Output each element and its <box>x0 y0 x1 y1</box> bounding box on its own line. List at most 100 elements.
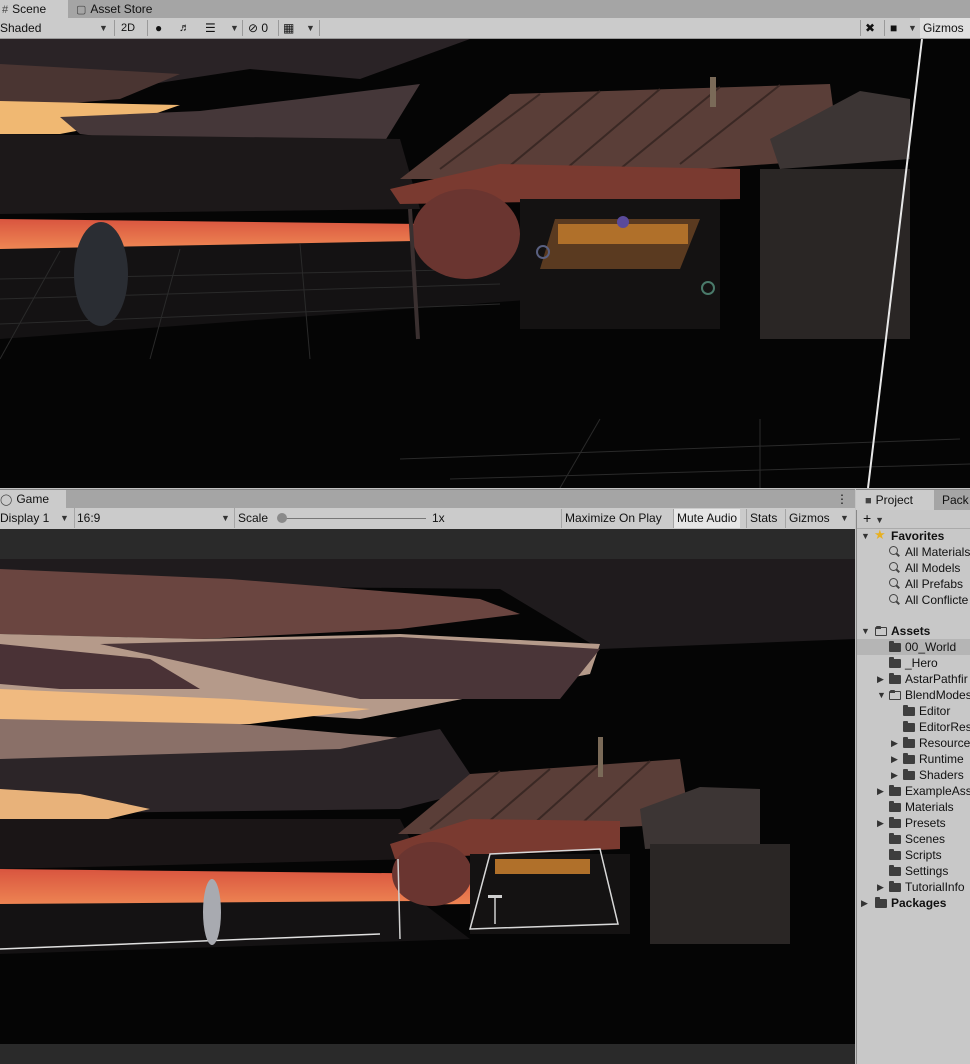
expand-down-icon: ▼ <box>861 531 870 541</box>
packages-header[interactable]: ▶ Packages <box>857 895 970 911</box>
search-icon <box>889 594 898 603</box>
game-render <box>0 559 855 1044</box>
asset-folder-item[interactable]: ▼ BlendModes <box>857 687 970 703</box>
favorite-item[interactable]: All Prefabs <box>857 576 970 592</box>
tab-scene-label: Scene <box>12 2 47 16</box>
effects-toggle-icon[interactable]: ☰ <box>205 18 216 38</box>
game-panel-menu-icon[interactable]: ⋮ <box>836 490 848 508</box>
chevron-down-icon: ▼ <box>875 515 884 525</box>
expand-down-icon: ▼ <box>861 626 870 636</box>
aspect-dropdown[interactable]: 16:9 ▼ <box>74 508 235 528</box>
favorites-header[interactable]: ▼ ★ Favorites <box>857 528 970 544</box>
tab-asset-store-label: Asset Store <box>90 2 153 16</box>
aspect-label: 16:9 <box>77 511 101 525</box>
scene-gizmos-button[interactable]: Gizmos <box>920 18 970 38</box>
audio-toggle-icon[interactable]: ♬ <box>179 18 190 38</box>
asset-folder-item[interactable]: Scripts <box>857 847 970 863</box>
maximize-on-play-button[interactable]: Maximize On Play <box>561 509 665 528</box>
mute-audio-button[interactable]: Mute Audio <box>673 509 741 528</box>
favorite-item-label: All Prefabs <box>905 577 964 591</box>
favorites-label: Favorites <box>891 529 945 543</box>
asset-folder-item[interactable]: ▶ ExampleAss <box>857 783 970 799</box>
grid-chevron-down-icon[interactable]: ▼ <box>306 18 315 38</box>
expand-right-icon[interactable]: ▶ <box>877 671 884 687</box>
asset-folder-item[interactable]: ▶ Runtime <box>857 751 970 767</box>
asset-folder-item[interactable]: ▶ TutorialInfo <box>857 879 970 895</box>
expand-right-icon: ▶ <box>861 898 868 908</box>
tab-asset-store[interactable]: ▢ Asset Store <box>76 0 166 18</box>
folder-icon <box>889 849 901 860</box>
favorite-item[interactable]: All Models <box>857 560 970 576</box>
tools-icon[interactable]: ✖ <box>865 18 875 38</box>
camera-icon[interactable]: ■ <box>890 18 897 38</box>
asset-folder-label: 00_World <box>905 640 957 654</box>
favorite-item-label: All Models <box>905 561 961 575</box>
lighting-toggle-icon[interactable]: ● <box>155 18 162 38</box>
search-icon <box>889 546 898 555</box>
favorite-item-label: All Materials <box>905 545 970 559</box>
gizmos-chevron-down-icon[interactable]: ▼ <box>840 508 849 528</box>
asset-folder-item[interactable]: ▶ Presets <box>857 815 970 831</box>
favorite-item[interactable]: All Conflicte <box>857 592 970 608</box>
assets-header[interactable]: ▼ Assets <box>857 623 970 639</box>
asset-folder-item[interactable]: _Hero <box>857 655 970 671</box>
display-dropdown[interactable]: Display 1 ▼ <box>0 508 70 528</box>
effects-chevron-down-icon[interactable]: ▼ <box>230 18 239 38</box>
hidden-objects-toggle[interactable]: ⊘ 0 <box>248 18 268 38</box>
scale-slider-thumb[interactable] <box>277 513 287 523</box>
chevron-down-icon: ▼ <box>99 23 108 33</box>
folder-icon <box>889 833 901 844</box>
asset-folder-item[interactable]: Editor <box>857 703 970 719</box>
game-gizmos-button[interactable]: Gizmos <box>785 509 833 528</box>
asset-folder-item[interactable]: ▶ AstarPathfir <box>857 671 970 687</box>
tab-game[interactable]: ◯ Game <box>0 490 66 509</box>
divider <box>114 20 115 36</box>
asset-folder-item[interactable]: Scenes <box>857 831 970 847</box>
scene-render <box>0 39 970 488</box>
asset-folder-label: EditorRes <box>919 720 970 734</box>
asset-folder-item[interactable]: Settings <box>857 863 970 879</box>
expand-right-icon[interactable]: ▶ <box>877 783 884 799</box>
expand-right-icon[interactable]: ▶ <box>891 767 898 783</box>
2d-toggle-button[interactable]: 2D <box>121 18 143 38</box>
asset-folder-item[interactable]: 00_World <box>857 639 970 655</box>
expand-right-icon[interactable]: ▶ <box>891 751 898 767</box>
expand-down-icon[interactable]: ▼ <box>877 687 886 703</box>
asset-folder-item[interactable]: ▶ Resource <box>857 735 970 751</box>
create-button[interactable]: + ▼ <box>863 510 884 526</box>
folder-icon: ■ <box>865 495 872 507</box>
tab-project-label: Project <box>875 493 914 507</box>
game-viewport[interactable] <box>0 559 855 1044</box>
grid-icon: # <box>2 4 9 16</box>
divider <box>319 20 320 36</box>
divider <box>242 20 243 36</box>
expand-right-icon[interactable]: ▶ <box>891 735 898 751</box>
divider <box>884 20 885 36</box>
asset-folder-label: Scenes <box>905 832 946 846</box>
folder-icon <box>889 785 901 796</box>
favorite-item[interactable]: All Materials <box>857 544 970 560</box>
asset-folder-label: Materials <box>905 800 954 814</box>
stats-button[interactable]: Stats <box>746 509 780 528</box>
scene-viewport[interactable] <box>0 39 970 488</box>
search-icon <box>889 562 898 571</box>
scale-slider-track[interactable] <box>283 518 426 519</box>
asset-folder-item[interactable]: ▶ Shaders <box>857 767 970 783</box>
tab-package-label: Pack <box>942 493 969 507</box>
search-icon <box>889 578 898 587</box>
expand-right-icon[interactable]: ▶ <box>877 815 884 831</box>
asset-folder-item[interactable]: EditorRes <box>857 719 970 735</box>
asset-folder-label: AstarPathfir <box>905 672 968 686</box>
grid-toggle-icon[interactable]: ▦ <box>283 18 294 38</box>
expand-right-icon[interactable]: ▶ <box>877 879 884 895</box>
game-toolbar: Display 1 ▼ 16:9 ▼ Scale 1x Maximize On … <box>0 508 855 530</box>
tab-scene[interactable]: # Scene <box>0 0 68 18</box>
asset-folder-label: TutorialInfo <box>905 880 965 894</box>
asset-folder-item[interactable]: Materials <box>857 799 970 815</box>
draw-mode-dropdown[interactable]: Shaded ▼ <box>0 18 110 38</box>
asset-folder-label: Runtime <box>919 752 964 766</box>
tab-package-manager[interactable]: Pack <box>942 490 969 511</box>
tab-project[interactable]: ■ Project <box>856 490 934 511</box>
scale-label: Scale <box>234 508 268 528</box>
camera-chevron-down-icon[interactable]: ▼ <box>908 18 917 38</box>
